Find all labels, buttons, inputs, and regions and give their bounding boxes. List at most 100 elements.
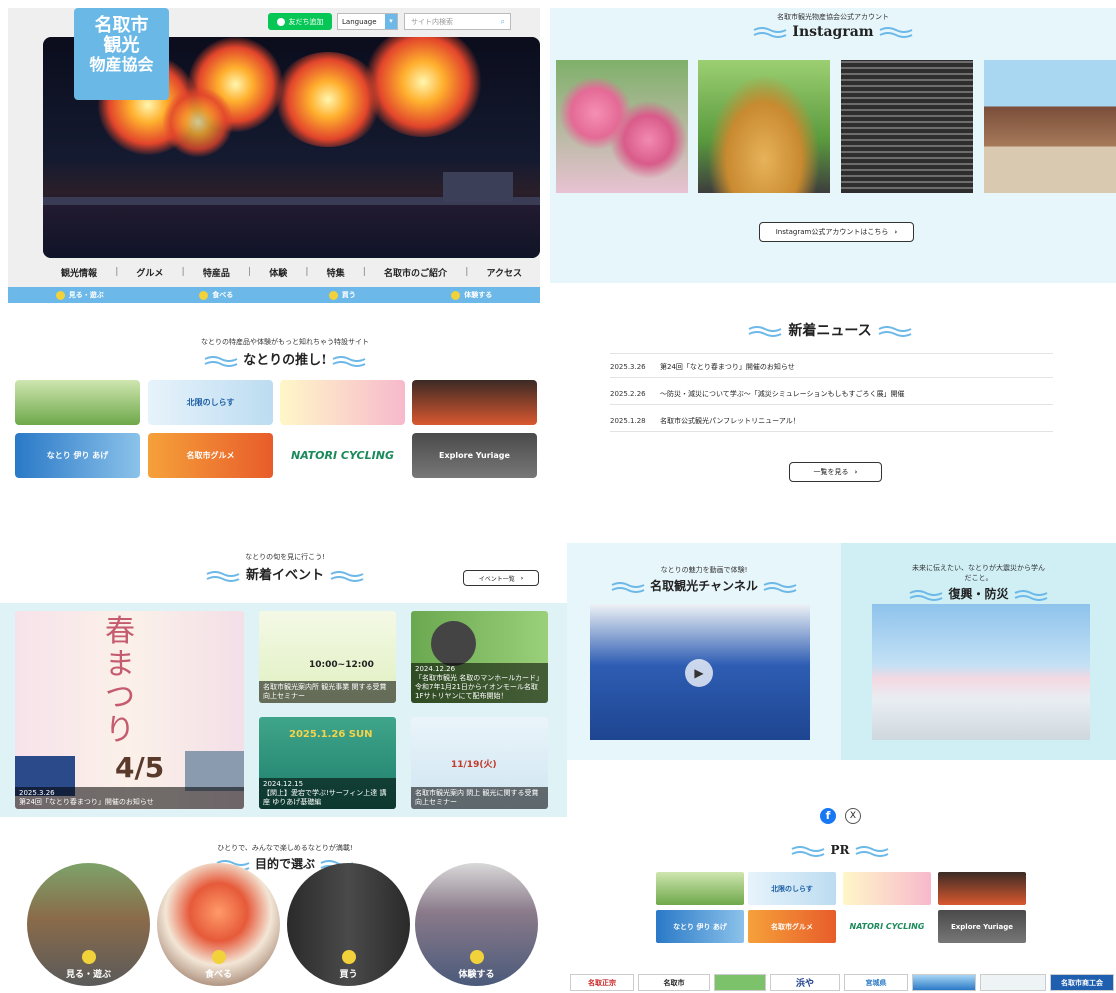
oshi-header: なとりの特産品や体験がもっと知れちゃう特設サイト なとりの推し!: [100, 337, 470, 368]
purpose-buy[interactable]: 買う: [287, 863, 410, 986]
channel-subtitle: なとりの魅力を動画で体験!: [660, 566, 748, 574]
line-icon: [276, 17, 285, 26]
event-card-main[interactable]: 春まつり 4/5 2025.3.26 第24回「なとり春まつり」開催のお知らせ: [15, 611, 244, 809]
nav-item-products[interactable]: 特産品: [203, 266, 230, 279]
news-title: 新着ニュース: [788, 323, 872, 339]
instagram-subtitle: 名取市観光物産協会公式アカウント: [777, 13, 889, 21]
logo-line-1: 名取市: [94, 15, 149, 36]
instagram-photo-bbq[interactable]: [841, 60, 973, 193]
fukko-image[interactable]: [872, 604, 1090, 740]
event-date: 2025.3.26: [19, 788, 55, 797]
subnav-buy[interactable]: 買う: [328, 290, 356, 300]
pr-tile-cycling[interactable]: NATORI CYCLING: [843, 910, 931, 943]
oshi-tile-sushi[interactable]: [412, 380, 537, 425]
hand-icon: [451, 290, 461, 300]
nav-item-access[interactable]: アクセス: [486, 266, 522, 279]
x-icon[interactable]: X: [845, 808, 861, 824]
instagram-photo-shrine[interactable]: [984, 60, 1116, 193]
chevron-right-icon: ›: [894, 228, 898, 236]
channel-video-thumbnail[interactable]: ▶: [590, 604, 810, 740]
instagram-photo-carnations[interactable]: [556, 60, 688, 193]
event-main-poster-date: 4/5: [115, 751, 165, 784]
pr-banner[interactable]: [980, 974, 1046, 991]
event-main-poster-title: 春まつり: [105, 614, 135, 748]
oshi-tile-shirasu[interactable]: 北限のしらす: [148, 380, 273, 425]
pr-banner[interactable]: [912, 974, 976, 991]
event-card-date: 2024.12.26: [415, 664, 456, 673]
pr-banner[interactable]: 名取市商工会: [1050, 974, 1114, 991]
wave-icon: [330, 570, 363, 582]
pr-banner[interactable]: 浜や: [770, 974, 840, 991]
nav-item-feature[interactable]: 特集: [327, 266, 345, 279]
nav-item-experience[interactable]: 体験: [269, 266, 287, 279]
nav-item-sightseeing[interactable]: 観光情報: [61, 266, 97, 279]
events-list-button[interactable]: イベント一覧 ›: [463, 570, 539, 586]
subnav-see-play[interactable]: 見る・遊ぶ: [55, 290, 104, 300]
oshi-tile-yuriage[interactable]: なとり 伊り あげ: [15, 433, 140, 478]
subnav-experience[interactable]: 体験する: [451, 290, 492, 300]
play-icon[interactable]: ▶: [685, 659, 713, 687]
event-card-caption: 名取市観光案内 閖上 観光に関する受賞 向上セミナー: [411, 786, 548, 809]
event-card[interactable]: 11/19(火) 名取市観光案内 閖上 観光に関する受賞 向上セミナー: [411, 717, 548, 809]
pr-banner[interactable]: 宮城県: [844, 974, 908, 991]
language-select[interactable]: Language ▾: [337, 13, 398, 30]
wave-icon: [753, 27, 786, 38]
event-card-highlight: 2025.1.26 SUN: [289, 729, 373, 740]
logo-line-3: 物産協会: [89, 54, 154, 74]
instagram-photo-nabe[interactable]: [698, 60, 830, 193]
wave-icon: [207, 570, 240, 582]
wave-icon: [204, 355, 238, 367]
chevron-right-icon: ›: [854, 468, 858, 476]
pr-tile-gourmet[interactable]: 名取市グルメ: [748, 910, 836, 943]
search-icon[interactable]: ⌕: [501, 17, 505, 27]
oshi-tile-seri[interactable]: [15, 380, 140, 425]
chevron-down-icon: ▾: [385, 14, 397, 29]
oshi-tile-cycling[interactable]: NATORI CYCLING: [280, 433, 405, 478]
news-list-button[interactable]: 一覧を見る ›: [789, 462, 882, 482]
oshi-title: なとりの推し!: [243, 353, 327, 368]
pr-banner[interactable]: 名取市: [638, 974, 710, 991]
bag-icon: [328, 290, 338, 300]
events-title: 新着イベント: [245, 568, 324, 583]
event-card-date: 2024.12.15: [263, 779, 304, 788]
wave-icon: [763, 581, 797, 593]
nav-item-gourmet[interactable]: グルメ: [136, 266, 163, 279]
subnav-eat[interactable]: 食べる: [199, 290, 233, 300]
purpose-see-play[interactable]: 見る・遊ぶ: [27, 863, 150, 986]
purpose-title: 目的で選ぶ: [254, 857, 315, 871]
pr-tile-shirasu[interactable]: 北限のしらす: [748, 872, 836, 905]
news-item[interactable]: 2025.1.28 名取市公式観光パンフレットリニューアル！: [610, 411, 1053, 432]
event-card[interactable]: 2024.12.26 「名取市観光 名取のマンホールカード」令和7年1月21日から…: [411, 611, 548, 703]
purpose-eat[interactable]: 食べる: [157, 863, 280, 986]
event-card-caption: 【閖上】愛宕で学ぶ!サーフィン上達 講座 ゆりあげ基礎編: [263, 788, 387, 806]
nav-item-about[interactable]: 名取市のご紹介: [384, 266, 447, 279]
events-header: なとりの旬を見に行こう! 新着イベント: [190, 552, 380, 583]
oshi-tile-explore-yuriage[interactable]: Explore Yuriage: [412, 433, 537, 478]
pr-title: PR: [830, 843, 850, 857]
oshi-tile-carnation[interactable]: [280, 380, 405, 425]
instagram-account-button[interactable]: Instagram公式アカウントはこちら ›: [759, 222, 914, 242]
pr-tile-seri[interactable]: [656, 872, 744, 905]
pr-banner[interactable]: 名取正宗: [570, 974, 634, 991]
instagram-title: Instagram: [792, 24, 874, 40]
pr-banner[interactable]: [714, 974, 766, 991]
oshi-subtitle: なとりの特産品や体験がもっと知れちゃう特設サイト: [201, 338, 369, 346]
event-title: 第24回「なとり春まつり」開催のお知らせ: [19, 797, 154, 806]
site-logo[interactable]: 名取市 観光 物産協会: [74, 8, 169, 100]
pr-tile-sushi[interactable]: [938, 872, 1026, 905]
pr-tile-explore-yuriage[interactable]: Explore Yuriage: [938, 910, 1026, 943]
pr-tile-yuriage[interactable]: なとり 伊り あげ: [656, 910, 744, 943]
purpose-experience[interactable]: 体験する: [415, 863, 538, 986]
event-card[interactable]: 2025.1.26 SUN 2024.12.15 【閖上】愛宕で学ぶ!サーフィン上…: [259, 717, 396, 809]
wave-icon: [880, 27, 913, 38]
event-card[interactable]: 10:00~12:00 名取市観光案内所 観光事業 関する受賞 向上セミナー: [259, 611, 396, 703]
pr-tile-carnation[interactable]: [843, 872, 931, 905]
oshi-tile-gourmet[interactable]: 名取市グルメ: [148, 433, 273, 478]
news-item[interactable]: 2025.2.26 ～防災・減災について学ぶ～「減災シミュレーションもしもすごろく…: [610, 384, 1053, 405]
facebook-icon[interactable]: f: [820, 808, 836, 824]
search-input[interactable]: サイト内検索 ⌕: [404, 13, 511, 30]
fukko-subtitle: 未来に伝えたい、なとりが大震災から学んだこと。: [912, 564, 1045, 582]
line-add-friend-button[interactable]: 友だち追加: [268, 13, 332, 30]
wave-icon: [791, 845, 825, 857]
news-item[interactable]: 2025.3.26 第24回「なとり春まつり」開催のお知らせ: [610, 357, 1053, 378]
